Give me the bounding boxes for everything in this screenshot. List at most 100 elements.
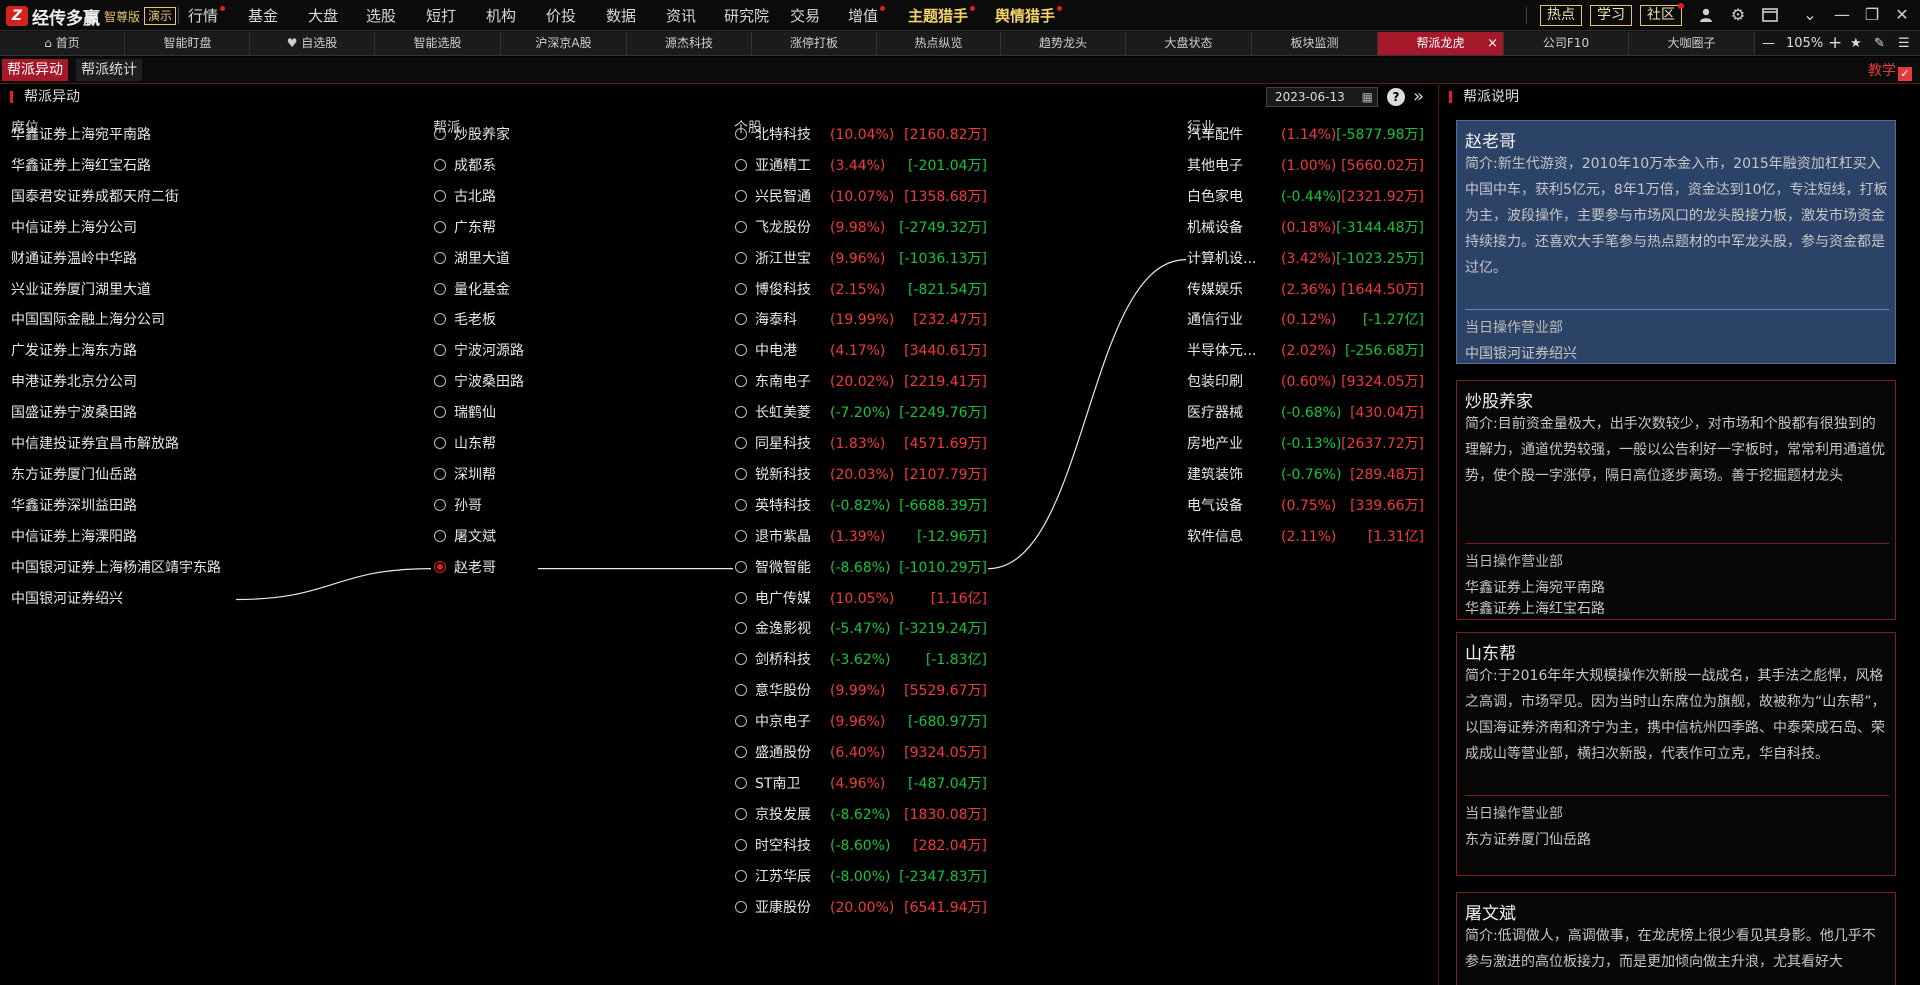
gang-radio[interactable] [434,406,446,419]
industry-item[interactable]: 房地产业 (-0.13%) [2637.72万] [1187,434,1432,454]
gang-item[interactable]: 炒股养家 [434,125,510,145]
stock-item[interactable]: 亚通精工 (3.44%) [-201.04万] [735,156,995,176]
menu-item[interactable]: 选股 [366,5,396,27]
gang-radio[interactable] [434,344,446,357]
gang-radio[interactable] [434,529,446,542]
seat-item[interactable]: 广发证券上海东方路 [11,341,137,361]
stock-radio[interactable] [735,838,747,851]
close-tab-icon[interactable]: × [1487,32,1498,55]
gang-item[interactable]: 孙哥 [434,496,482,516]
gang-radio[interactable] [434,220,446,233]
menu-item[interactable]: 基金 [248,5,278,27]
teach-button[interactable]: 教学 ✓ [1868,60,1912,81]
stock-item[interactable]: 东南电子 (20.02%) [2219.41万] [735,372,995,392]
gang-item[interactable]: 湖里大道 [434,249,510,269]
close-icon[interactable]: ✕ [1890,4,1914,26]
menu-item[interactable]: 数据 [606,5,636,27]
menu-item[interactable]: 主题猎手 [908,5,976,27]
gang-item[interactable]: 宁波桑田路 [434,372,524,392]
stock-item[interactable]: 北特科技 (10.04%) [2160.82万] [735,125,995,145]
industry-item[interactable]: 计算机设... (3.42%) [-1023.25万] [1187,249,1432,269]
gang-item[interactable]: 宁波河源路 [434,341,524,361]
stock-radio[interactable] [735,715,747,728]
stock-radio[interactable] [735,869,747,882]
gang-radio[interactable] [434,560,446,573]
stock-radio[interactable] [735,437,747,449]
gang-item[interactable]: 成都系 [434,156,496,176]
tab-item[interactable]: 涨停打板 [752,32,877,55]
stock-radio[interactable] [735,498,747,511]
expand-icon[interactable]: » [1413,86,1424,108]
seat-item[interactable]: 中信证券上海溧阳路 [11,527,137,547]
stock-radio[interactable] [735,776,747,789]
tab-item[interactable]: 公司F10 [1504,32,1629,55]
app-logo[interactable]: Z 经传多赢 智尊版 演示 [6,5,177,29]
stock-item[interactable]: 浙江世宝 (9.96%) [-1036.13万] [735,249,995,269]
industry-item[interactable]: 机械设备 (0.18%) [-3144.48万] [1187,218,1432,238]
industry-item[interactable]: 电气设备 (0.75%) [339.66万] [1187,496,1432,516]
stock-item[interactable]: 智微智能 (-8.68%) [-1010.29万] [735,558,995,578]
stock-item[interactable]: 时空科技 (-8.60%) [282.04万] [735,836,995,856]
stock-radio[interactable] [735,344,747,357]
tab-item[interactable]: 沪深京A股 [501,32,627,55]
menu-item[interactable]: 增值 [848,5,886,27]
stock-item[interactable]: 海泰科 (19.99%) [232.47万] [735,310,995,330]
stock-radio[interactable] [735,375,747,388]
gang-item[interactable]: 毛老板 [434,310,496,330]
gang-radio[interactable] [434,313,446,326]
stock-radio[interactable] [735,220,747,233]
seat-item[interactable]: 华鑫证券深圳益田路 [11,496,137,516]
gang-item[interactable]: 古北路 [434,187,496,207]
tab-item[interactable]: 大盘状态 [1126,32,1252,55]
seat-item[interactable]: 中信证券上海分公司 [11,218,137,238]
stock-radio[interactable] [735,189,747,202]
stock-radio[interactable] [735,746,747,758]
stock-radio[interactable] [735,406,747,419]
star-icon[interactable]: ★ [1850,32,1862,55]
calendar-icon[interactable]: ▦ [1362,88,1373,106]
industry-item[interactable]: 传媒娱乐 (2.36%) [1644.50万] [1187,280,1432,300]
gang-item[interactable]: 瑞鹤仙 [434,403,496,423]
edit-icon[interactable]: ✎ [1874,32,1885,55]
tab-item[interactable]: 趋势龙头 [1001,32,1126,55]
seat-item[interactable]: 兴业证券厦门湖里大道 [11,280,151,300]
industry-item[interactable]: 医疗器械 (-0.68%) [430.04万] [1187,403,1432,423]
industry-item[interactable]: 半导体元... (2.02%) [-256.68万] [1187,341,1432,361]
menu-item[interactable]: 大盘 [308,5,338,27]
stock-item[interactable]: 亚康股份 (20.00%) [6541.94万] [735,898,995,918]
seat-item[interactable]: 中国国际金融上海分公司 [11,310,165,330]
gang-radio[interactable] [434,467,446,480]
gang-radio[interactable] [434,189,446,202]
restore-icon[interactable]: ❐ [1860,4,1884,26]
minimize-icon[interactable]: — [1830,4,1854,26]
menu-item[interactable]: 短打 [426,5,456,27]
gang-info-card[interactable]: 屠文斌 简介:低调做人，高调做事，在龙虎榜上很少看见其身影。他几乎不参与激进的高位… [1456,892,1896,985]
menu-item[interactable]: 舆情猎手 [995,5,1063,27]
industry-item[interactable]: 软件信息 (2.11%) [1.31亿] [1187,527,1432,547]
gang-item[interactable]: 深圳帮 [434,465,496,485]
gang-item[interactable]: 量化基金 [434,280,510,300]
demo-badge[interactable]: 演示 [144,7,177,25]
stock-radio[interactable] [735,653,747,666]
menu-item[interactable]: 交易 [790,5,820,27]
stock-item[interactable]: 同星科技 (1.83%) [4571.69万] [735,434,995,454]
menu-item[interactable]: 资讯 [666,5,696,27]
seat-item[interactable]: 华鑫证券上海红宝石路 [11,156,151,176]
tab-item[interactable]: 板块监测 [1252,32,1378,55]
seat-item[interactable]: 中国银河证券绍兴 [11,589,123,609]
stock-item[interactable]: 退市紫晶 (1.39%) [-12.96万] [735,527,995,547]
tab-item[interactable]: 智能盯盘 [126,32,250,55]
stock-item[interactable]: ST南卫 (4.96%) [-487.04万] [735,774,995,794]
seat-item[interactable]: 国盛证券宁波桑田路 [11,403,137,423]
seat-item[interactable]: 中信建投证券宜昌市解放路 [11,434,179,454]
gang-item[interactable]: 赵老哥 [434,558,496,578]
zoom-in-button[interactable]: + [1828,32,1842,55]
stock-radio[interactable] [735,807,747,820]
gang-radio[interactable] [434,375,446,388]
stock-radio[interactable] [735,128,747,140]
seat-item[interactable]: 申港证券北京分公司 [11,372,137,392]
stock-item[interactable]: 京投发展 (-8.62%) [1830.08万] [735,805,995,825]
stock-item[interactable]: 中电港 (4.17%) [3440.61万] [735,341,995,361]
stock-radio[interactable] [735,313,747,326]
stock-radio[interactable] [735,591,747,604]
